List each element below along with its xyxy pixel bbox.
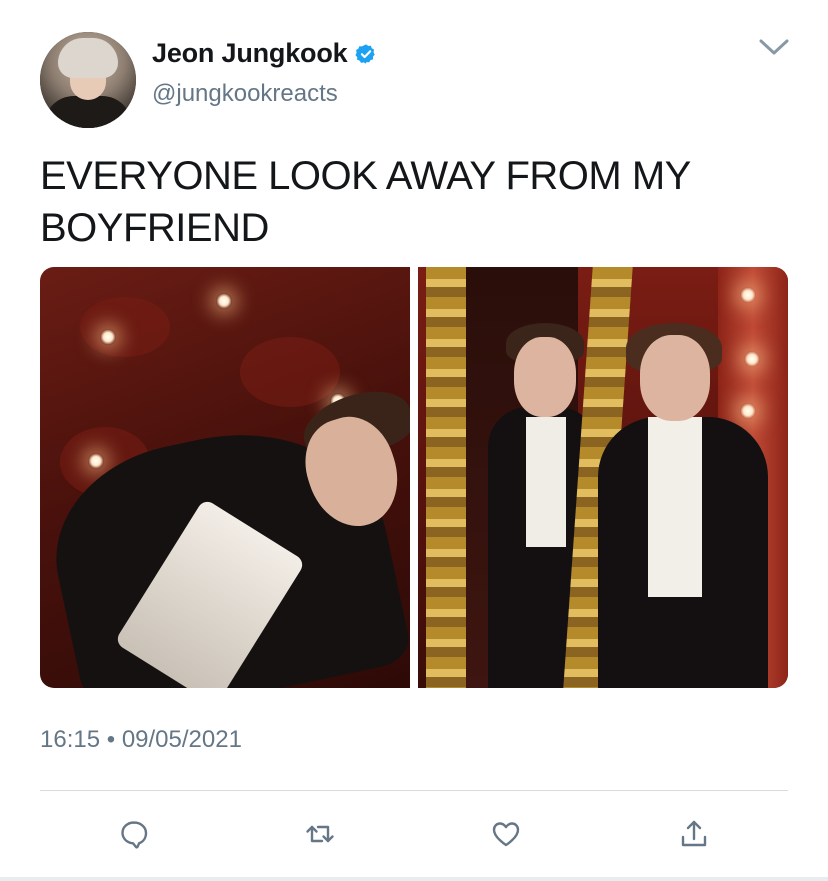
tweet-card: Jeon Jungkook @jungkookreacts EVERYONE L… bbox=[0, 0, 828, 881]
share-icon bbox=[681, 820, 707, 847]
verified-badge-icon bbox=[355, 43, 377, 65]
author-handle[interactable]: @jungkookreacts bbox=[152, 80, 338, 108]
tweet-photo-2[interactable] bbox=[418, 267, 788, 688]
avatar[interactable] bbox=[40, 32, 136, 128]
reply-button[interactable] bbox=[116, 816, 152, 852]
retweet-icon bbox=[306, 825, 334, 843]
tweet-time: 16:15 bbox=[40, 726, 101, 753]
action-bar bbox=[0, 816, 828, 856]
divider bbox=[40, 790, 788, 791]
tweet-text: EVERYONE LOOK AWAY FROM MY BOYFRIEND bbox=[40, 154, 691, 250]
reply-icon bbox=[121, 821, 148, 849]
share-button[interactable] bbox=[676, 816, 712, 852]
tweet-date: 09/05/2021 bbox=[121, 726, 242, 753]
bottom-border bbox=[0, 877, 828, 881]
tweet-timestamp[interactable]: 16:15 • 09/05/2021 bbox=[40, 726, 242, 754]
like-button[interactable] bbox=[488, 816, 524, 852]
heart-icon bbox=[492, 822, 520, 847]
author-name-row: Jeon Jungkook bbox=[152, 38, 377, 69]
tweet-photo-1[interactable] bbox=[40, 267, 410, 688]
author-display-name[interactable]: Jeon Jungkook bbox=[152, 38, 348, 69]
chevron-down-icon[interactable] bbox=[758, 34, 790, 60]
retweet-button[interactable] bbox=[302, 816, 338, 852]
timestamp-separator: • bbox=[106, 726, 116, 753]
